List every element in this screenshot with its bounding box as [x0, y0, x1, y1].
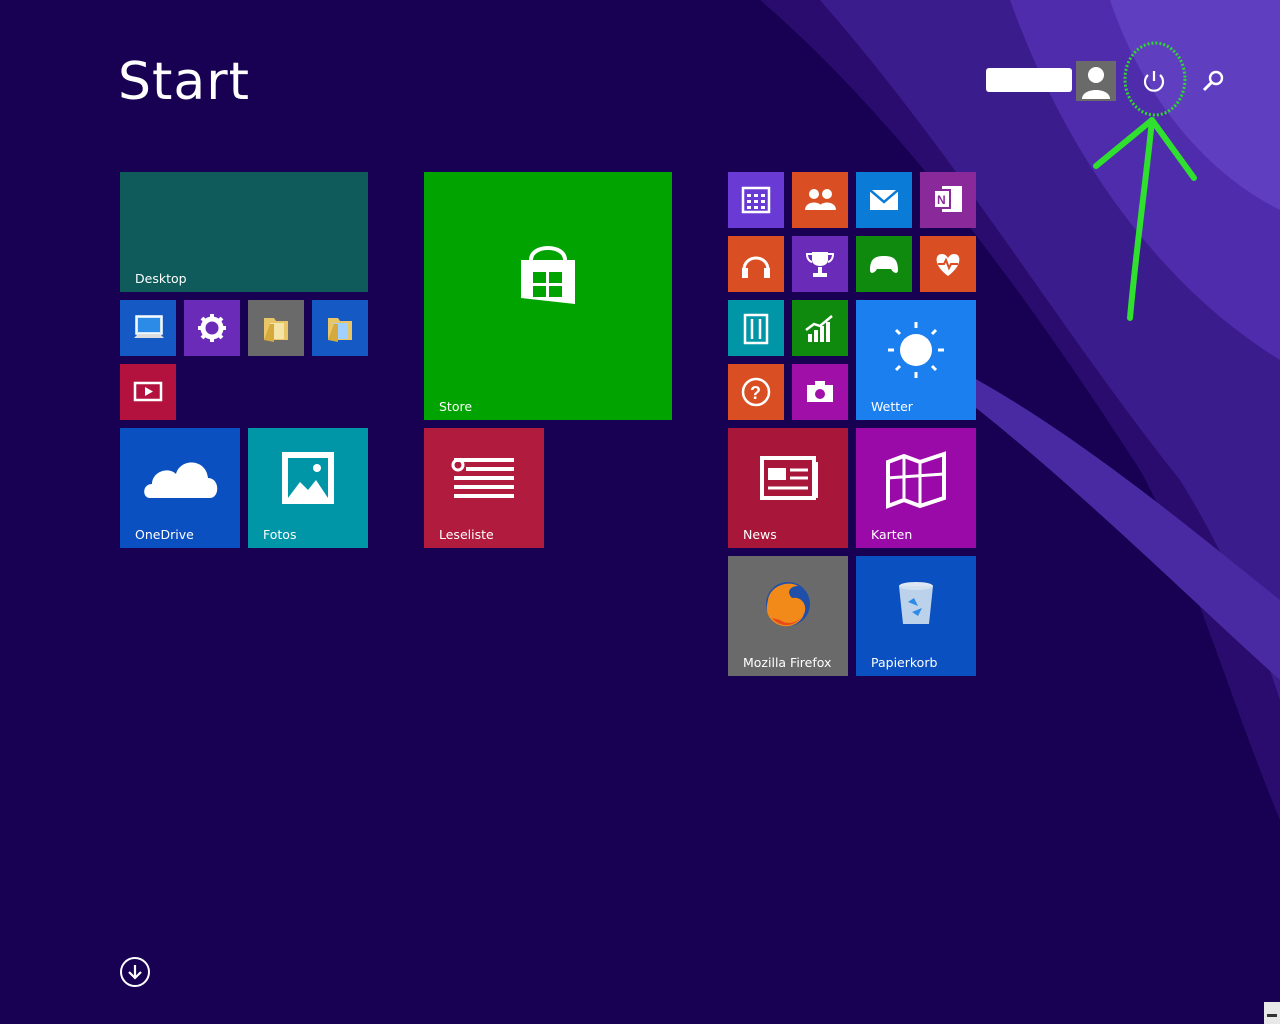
user-avatar-icon[interactable]: [1076, 61, 1116, 101]
video-icon: [133, 381, 163, 402]
store-bag-icon: [521, 246, 575, 304]
tile-sports[interactable]: [792, 236, 848, 292]
arrow-down-circle-icon: [120, 957, 150, 987]
minimize-corner-button[interactable]: [1264, 1002, 1280, 1024]
tile-wetter[interactable]: Wetter: [856, 300, 976, 420]
folder-pictures-icon: [328, 318, 352, 342]
tile-finance[interactable]: [792, 300, 848, 356]
search-icon: [1202, 70, 1224, 92]
tile-leseliste[interactable]: Leseliste: [424, 428, 544, 548]
tile-label: Karten: [871, 527, 913, 542]
tile-libraries[interactable]: [312, 300, 368, 356]
tile-desktop[interactable]: Desktop: [120, 172, 368, 292]
tile-label: Mozilla Firefox: [743, 655, 832, 670]
tile-mail[interactable]: [856, 172, 912, 228]
headphones-icon: [742, 256, 770, 278]
camera-icon: [807, 381, 833, 402]
tile-store[interactable]: Store: [424, 172, 672, 420]
tile-video[interactable]: [120, 364, 176, 420]
computer-icon: [134, 315, 164, 338]
all-apps-button[interactable]: [119, 956, 151, 988]
tile-label: Fotos: [263, 527, 297, 542]
mail-icon: [869, 189, 899, 210]
tile-this-pc[interactable]: [120, 300, 176, 356]
tile-karten[interactable]: Karten: [856, 428, 976, 548]
tile-label: Papierkorb: [871, 655, 938, 670]
tile-health[interactable]: [920, 236, 976, 292]
tile-help[interactable]: ?: [728, 364, 784, 420]
people-icon: [805, 189, 836, 210]
svg-text:?: ?: [750, 383, 761, 403]
calendar-icon: [741, 186, 771, 214]
tile-firefox[interactable]: Mozilla Firefox: [728, 556, 848, 676]
tile-label: News: [743, 527, 777, 542]
gear-icon: [198, 314, 226, 342]
tile-games[interactable]: [856, 236, 912, 292]
user-name-redacted[interactable]: [986, 68, 1072, 92]
tile-news[interactable]: News: [728, 428, 848, 548]
tile-onedrive[interactable]: OneDrive: [120, 428, 240, 548]
tile-label: Leseliste: [439, 527, 494, 542]
tile-settings[interactable]: [184, 300, 240, 356]
tile-label: OneDrive: [135, 527, 194, 542]
tile-label: Store: [439, 399, 473, 414]
page-title: Start: [118, 52, 251, 112]
tile-music[interactable]: [728, 236, 784, 292]
heart-icon: [936, 254, 960, 276]
power-button[interactable]: [1136, 62, 1172, 100]
tile-people[interactable]: [792, 172, 848, 228]
gamepad-icon: [870, 256, 898, 273]
tile-fotos[interactable]: Fotos: [248, 428, 368, 548]
svg-text:N: N: [937, 193, 946, 207]
tile-calendar[interactable]: [728, 172, 784, 228]
tile-label: Desktop: [135, 271, 187, 286]
power-icon: [1143, 71, 1165, 92]
trophy-icon: [805, 252, 835, 277]
tile-onenote[interactable]: N: [920, 172, 976, 228]
chart-up-icon: [805, 315, 833, 342]
help-icon: ?: [741, 377, 771, 407]
tile-file-explorer[interactable]: [248, 300, 304, 356]
food-icon: [743, 313, 769, 345]
tile-camera[interactable]: [792, 364, 848, 420]
tile-food[interactable]: [728, 300, 784, 356]
onenote-icon: N: [933, 186, 962, 212]
search-button[interactable]: [1198, 66, 1228, 96]
folder-icon: [264, 318, 288, 342]
tile-papierkorb[interactable]: Papierkorb: [856, 556, 976, 676]
tile-label: Wetter: [871, 399, 913, 414]
